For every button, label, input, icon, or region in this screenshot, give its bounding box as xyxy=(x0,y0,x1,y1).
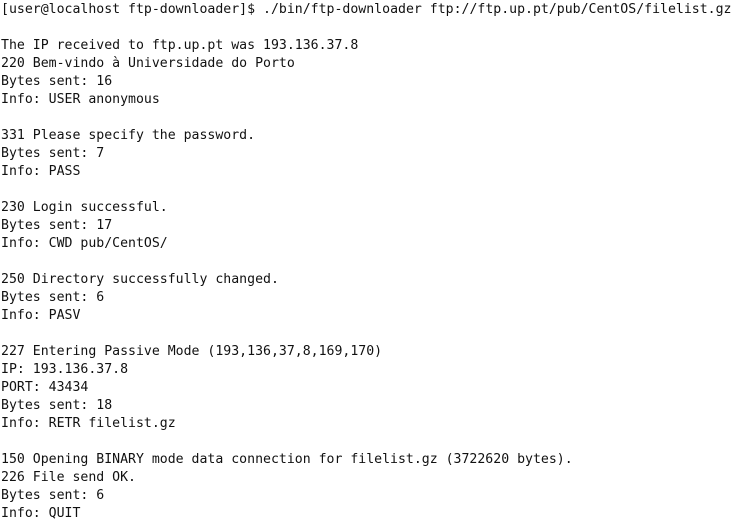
output-line: 226 File send OK. xyxy=(1,470,136,485)
output-line: PORT: 43434 xyxy=(1,380,89,395)
output-line: 250 Directory successfully changed. xyxy=(1,272,279,287)
output-line: Bytes sent: 17 xyxy=(1,218,113,233)
output-line: Info: QUIT xyxy=(1,506,81,521)
output-line: Info: PASV xyxy=(1,308,81,323)
output-line: 227 Entering Passive Mode (193,136,37,8,… xyxy=(1,344,383,359)
output-line: The IP received to ftp.up.pt was 193.136… xyxy=(1,38,359,53)
command-line: [user@localhost ftp-downloader]$ ./bin/f… xyxy=(1,1,742,19)
command-text: ./bin/ftp-downloader ftp://ftp.up.pt/pub… xyxy=(263,2,732,17)
output-line: Bytes sent: 6 xyxy=(1,290,105,305)
output-line: Info: PASS xyxy=(1,164,81,179)
shell-prompt: [user@localhost ftp-downloader]$ xyxy=(1,2,256,17)
output-line: Info: CWD pub/CentOS/ xyxy=(1,236,168,251)
output-line: 230 Login successful. xyxy=(1,200,168,215)
terminal-window[interactable]: [user@localhost ftp-downloader]$ ./bin/f… xyxy=(0,0,742,523)
terminal-output: The IP received to ftp.up.pt was 193.136… xyxy=(1,37,742,523)
output-line: Bytes sent: 18 xyxy=(1,398,113,413)
output-line: Bytes sent: 7 xyxy=(1,146,105,161)
output-line: Info: RETR filelist.gz xyxy=(1,416,176,431)
output-line: Bytes sent: 6 xyxy=(1,488,105,503)
output-line: Bytes sent: 16 xyxy=(1,74,113,89)
output-line: 220 Bem-vindo à Universidade do Porto xyxy=(1,56,295,71)
output-line: 150 Opening BINARY mode data connection … xyxy=(1,452,573,467)
output-line: Info: USER anonymous xyxy=(1,92,160,107)
output-line: IP: 193.136.37.8 xyxy=(1,362,129,377)
output-line: 331 Please specify the password. xyxy=(1,128,256,143)
